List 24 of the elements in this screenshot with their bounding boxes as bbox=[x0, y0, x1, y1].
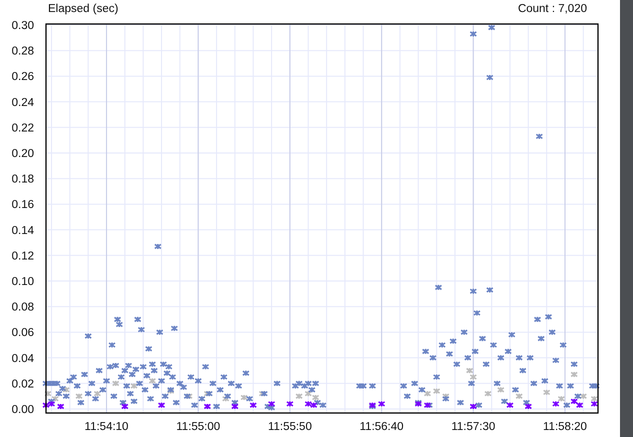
y-tick-label: 0.04 bbox=[12, 352, 34, 365]
y-tick-label: 0.14 bbox=[12, 224, 34, 237]
x-tick-label: 11:56:40 bbox=[360, 421, 404, 433]
y-tick-label: 0.24 bbox=[12, 96, 34, 109]
y-tick-label: 0.02 bbox=[12, 378, 34, 390]
count-label: Count : 7,020 bbox=[518, 3, 587, 15]
y-tick-label: 0.12 bbox=[12, 250, 34, 262]
x-tick-label: 11:55:50 bbox=[268, 421, 312, 433]
y-tick-label: 0.06 bbox=[12, 327, 34, 340]
y-tick-label: 0.26 bbox=[12, 71, 34, 84]
y-tick-label: 0.00 bbox=[12, 404, 34, 416]
x-tick-label: 11:55:00 bbox=[176, 421, 220, 433]
x-tick-label: 11:58:20 bbox=[543, 421, 587, 433]
y-tick-label: 0.08 bbox=[12, 302, 34, 314]
y-tick-label: 0.18 bbox=[12, 174, 34, 186]
y-tick-label: 0.22 bbox=[12, 122, 34, 134]
y-tick-label: 0.16 bbox=[12, 199, 34, 212]
x-tick-label: 11:54:10 bbox=[84, 421, 128, 433]
y-tick-label: 0.30 bbox=[12, 20, 34, 32]
y-tick-label: 0.10 bbox=[12, 276, 34, 288]
y-tick-label: 0.20 bbox=[12, 148, 34, 160]
y-tick-label: 0.28 bbox=[12, 46, 34, 58]
x-tick-label: 11:57:30 bbox=[451, 421, 496, 433]
y-axis-title: Elapsed (sec) bbox=[48, 3, 118, 15]
